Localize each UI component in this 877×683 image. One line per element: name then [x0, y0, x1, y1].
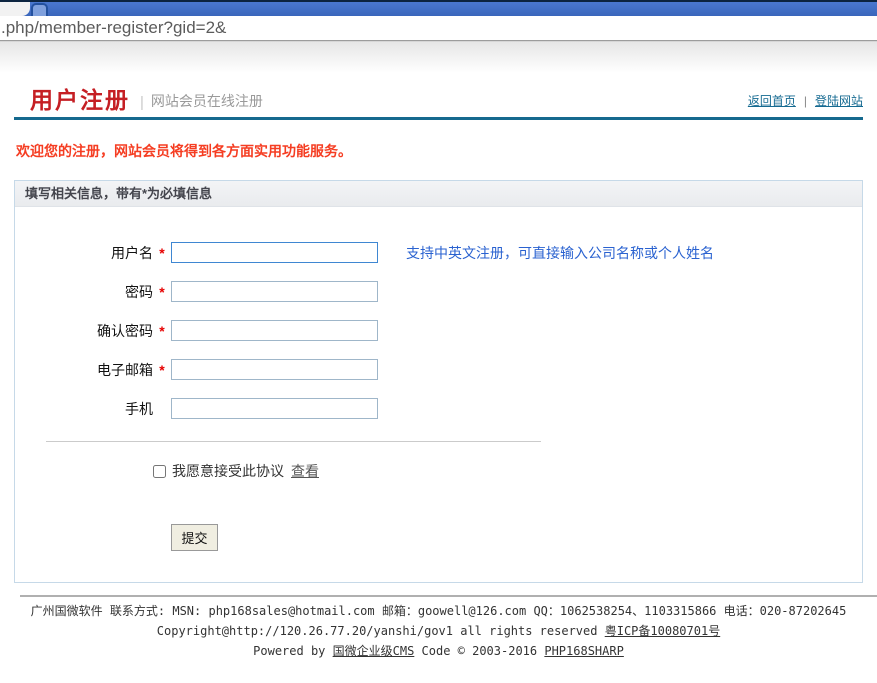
browser-tab[interactable] — [31, 3, 48, 16]
page-header: 用户注册 | 网站会员在线注册 返回首页 | 登陆网站 — [14, 86, 863, 113]
required-star: * — [153, 362, 171, 378]
page-title: 用户注册 — [30, 87, 130, 113]
email-label: 电子邮箱 — [15, 360, 153, 380]
form-divider — [46, 441, 541, 442]
login-site-link[interactable]: 登陆网站 — [815, 94, 863, 108]
code-version-text: Code © 2003-2016 — [414, 644, 544, 658]
browser-tab-strip — [0, 0, 877, 16]
mobile-input[interactable] — [171, 398, 378, 419]
email-input[interactable] — [171, 359, 378, 380]
password-label: 密码 — [15, 282, 153, 302]
header-rule — [14, 117, 863, 120]
confirm-password-input[interactable] — [171, 320, 378, 341]
icp-license-link[interactable]: 粤ICP备10080701号 — [605, 624, 720, 638]
cms-link[interactable]: 国微企业级CMS — [333, 644, 415, 658]
required-star: * — [153, 245, 171, 261]
toolbar-area — [0, 41, 877, 73]
form-row-email: 电子邮箱 * — [15, 359, 862, 380]
title-separator: | — [140, 94, 144, 111]
form-row-mobile: 手机 — [15, 398, 862, 419]
username-hint: 支持中英文注册，可直接输入公司名称或个人姓名 — [406, 243, 714, 263]
header-links: 返回首页 | 登陆网站 — [748, 92, 863, 109]
url-text: .php/member-register?gid=2& — [1, 18, 226, 38]
tab-strip-left-curve — [0, 2, 30, 16]
links-separator: | — [804, 94, 807, 108]
required-star: * — [153, 323, 171, 339]
php168sharp-link[interactable]: PHP168SHARP — [544, 644, 623, 658]
url-bar[interactable]: .php/member-register?gid=2& — [0, 16, 877, 41]
footer: 广州国微软件 联系方式: MSN: php168sales@hotmail.co… — [0, 595, 877, 661]
footer-text: 广州国微软件 联系方式: MSN: php168sales@hotmail.co… — [0, 601, 877, 661]
username-label: 用户名 — [15, 243, 153, 263]
form-body: 用户名 * 支持中英文注册，可直接输入公司名称或个人姓名 密码 * 确认密码 *… — [15, 207, 862, 582]
copyright-text: Copyright@http://120.26.77.20/yanshi/gov… — [157, 624, 605, 638]
password-input[interactable] — [171, 281, 378, 302]
mobile-label: 手机 — [15, 399, 153, 419]
view-agreement-link[interactable]: 查看 — [291, 461, 319, 481]
required-star: * — [153, 284, 171, 300]
form-row-password: 密码 * — [15, 281, 862, 302]
back-home-link[interactable]: 返回首页 — [748, 94, 796, 108]
footer-powered-line: Powered by 国微企业级CMS Code © 2003-2016 PHP… — [0, 641, 877, 661]
confirm-password-label: 确认密码 — [15, 321, 153, 341]
footer-rule — [20, 595, 877, 597]
footer-copyright-line: Copyright@http://120.26.77.20/yanshi/gov… — [0, 621, 877, 641]
page-subtitle: 网站会员在线注册 — [151, 91, 263, 111]
title-wrap: 用户注册 | 网站会员在线注册 — [30, 87, 263, 113]
agreement-row: 我愿意接受此协议 查看 — [153, 461, 862, 481]
form-row-confirm-password: 确认密码 * — [15, 320, 862, 341]
agreement-label: 我愿意接受此协议 — [172, 461, 284, 481]
agreement-checkbox[interactable] — [153, 465, 166, 478]
powered-by-text: Powered by — [253, 644, 332, 658]
browser-chrome: .php/member-register?gid=2& — [0, 0, 877, 73]
footer-contact-line: 广州国微软件 联系方式: MSN: php168sales@hotmail.co… — [0, 601, 877, 621]
form-section-title: 填写相关信息，带有*为必填信息 — [15, 181, 862, 207]
username-input[interactable] — [171, 242, 378, 263]
submit-button[interactable]: 提交 — [171, 524, 218, 551]
registration-form: 填写相关信息，带有*为必填信息 用户名 * 支持中英文注册，可直接输入公司名称或… — [14, 180, 863, 583]
form-row-username: 用户名 * 支持中英文注册，可直接输入公司名称或个人姓名 — [15, 242, 862, 263]
welcome-message: 欢迎您的注册，网站会员将得到各方面实用功能服务。 — [16, 141, 877, 161]
